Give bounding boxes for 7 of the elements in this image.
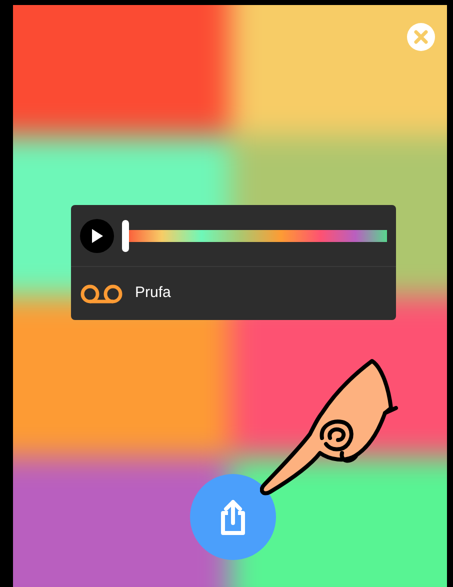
close-icon xyxy=(414,30,428,44)
share-icon xyxy=(219,499,247,535)
play-icon xyxy=(91,228,103,242)
voicemail-icon xyxy=(80,284,123,304)
recording-title: Prufa xyxy=(135,283,171,304)
progress-thumb[interactable] xyxy=(122,220,129,252)
play-button[interactable] xyxy=(80,218,114,252)
